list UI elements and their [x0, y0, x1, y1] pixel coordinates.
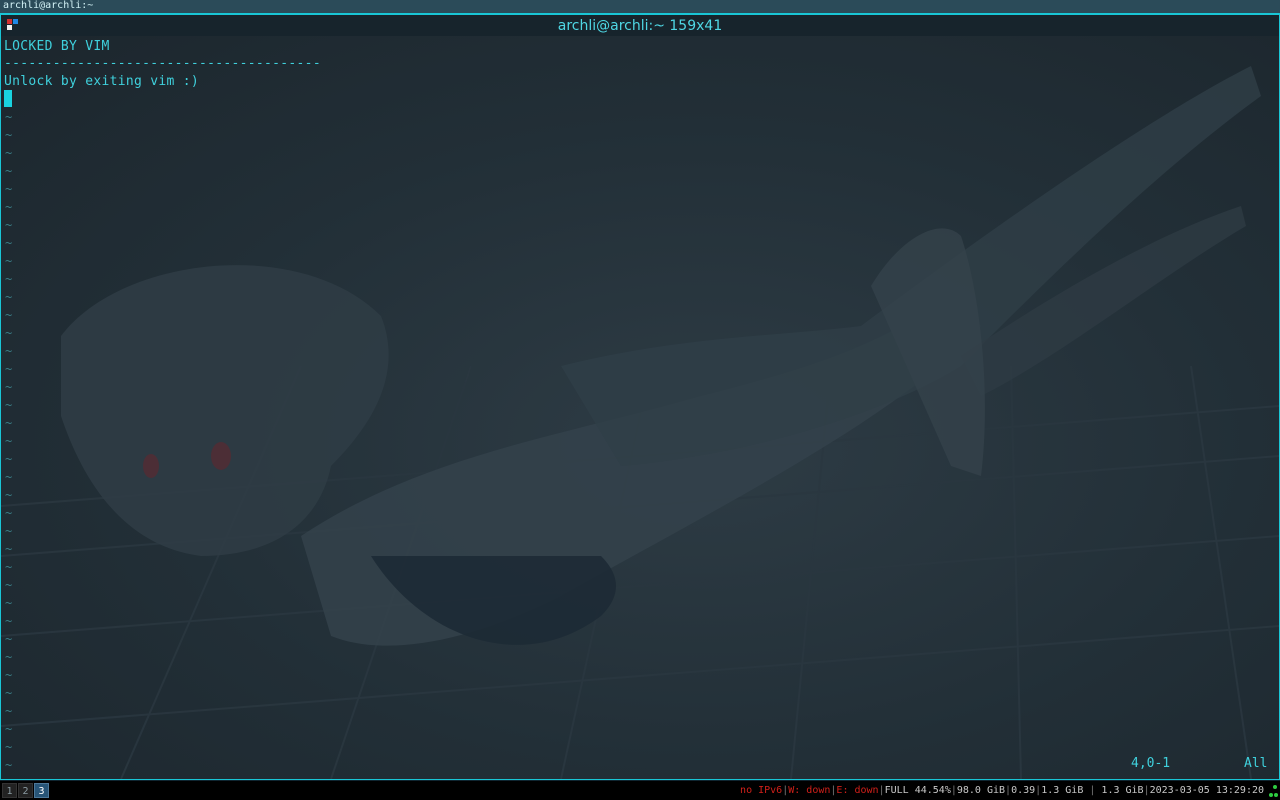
- i3-window-titlebar[interactable]: archli@archli:~: [0, 0, 1280, 14]
- vim-tilde: ~: [5, 524, 13, 538]
- vim-tilde: ~: [5, 650, 13, 664]
- desktop: archli@archli:~ archli@archli:~ 159x41 L…: [0, 0, 1280, 800]
- vim-tilde: ~: [5, 470, 13, 484]
- workspace-button-1[interactable]: 1: [2, 783, 17, 798]
- vim-tilde: ~: [5, 686, 13, 700]
- vim-tilde: ~: [5, 362, 13, 376]
- terminal-window[interactable]: archli@archli:~ 159x41 LOCKED BY VIM ---…: [0, 14, 1280, 780]
- vim-tilde: ~: [5, 326, 13, 340]
- vim-line-1: LOCKED BY VIM: [4, 39, 110, 54]
- vim-tilde: ~: [5, 434, 13, 448]
- i3-window-title: archli@archli:~: [3, 0, 94, 11]
- vim-tilde: ~: [5, 668, 13, 682]
- vim-tilde: ~: [5, 452, 13, 466]
- vim-tilde: ~: [5, 218, 13, 232]
- memory-status: 1.3 GiB: [1041, 785, 1084, 796]
- vim-ruler-position: 4,0-1: [1131, 756, 1171, 771]
- terminal-title: archli@archli:~ 159x41: [557, 18, 723, 34]
- vim-tilde: ~: [5, 632, 13, 646]
- vim-tilde: ~: [5, 146, 13, 160]
- vim-tilde: ~: [5, 380, 13, 394]
- status-bar: 1 2 3 no IPv6|W: down|E: down|FULL 44.54…: [0, 780, 1280, 800]
- workspace-button-3[interactable]: 3: [34, 783, 49, 798]
- vim-tilde: ~: [5, 182, 13, 196]
- vim-editor[interactable]: LOCKED BY VIM --------------------------…: [1, 36, 1279, 779]
- tray-network-icon[interactable]: [1268, 784, 1278, 798]
- vim-cursor: [4, 90, 12, 107]
- vim-ruler-scroll: All: [1244, 756, 1268, 771]
- vim-tilde: ~: [5, 506, 13, 520]
- vim-tilde: ~: [5, 596, 13, 610]
- vim-tilde: ~: [5, 254, 13, 268]
- disk-status: 98.0 GiB: [956, 785, 1006, 796]
- workspace-button-2[interactable]: 2: [18, 783, 33, 798]
- i3status: no IPv6|W: down|E: down|FULL 44.54%|98.0…: [740, 784, 1264, 797]
- terminal-titlebar[interactable]: archli@archli:~ 159x41: [1, 15, 1279, 36]
- vim-tilde: ~: [5, 308, 13, 322]
- vim-tilde: ~: [5, 578, 13, 592]
- vim-tilde: ~: [5, 740, 13, 754]
- vim-tilde: ~: [5, 542, 13, 556]
- vim-tilde: ~: [5, 128, 13, 142]
- vim-tilde: ~: [5, 704, 13, 718]
- vim-tilde: ~: [5, 722, 13, 736]
- memory-status-2: 1.3 GiB: [1101, 785, 1144, 796]
- vim-tilde: ~: [5, 272, 13, 286]
- vim-tilde: ~: [5, 200, 13, 214]
- vim-line-3: Unlock by exiting vim :): [4, 74, 200, 89]
- wireless-status: W: down: [788, 785, 831, 796]
- vim-tilde: ~: [5, 488, 13, 502]
- vim-tilde: ~: [5, 236, 13, 250]
- datetime-status: 2023-03-05 13:29:20: [1149, 785, 1264, 796]
- wallpaper-image: [1, 66, 1279, 779]
- vim-tilde: ~: [5, 164, 13, 178]
- vim-tilde: ~: [5, 416, 13, 430]
- status-separator: |: [1083, 785, 1102, 796]
- battery-status: FULL 44.54%: [884, 785, 951, 796]
- vim-tilde: ~: [5, 110, 13, 124]
- ipv6-status: no IPv6: [740, 785, 783, 796]
- vim-line-2: ---------------------------------------: [4, 56, 321, 71]
- load-status: 0.39: [1011, 785, 1036, 796]
- vim-tilde: ~: [5, 614, 13, 628]
- vim-tilde: ~: [5, 398, 13, 412]
- ethernet-status: E: down: [836, 785, 879, 796]
- vim-tilde: ~: [5, 560, 13, 574]
- vim-tilde: ~: [5, 758, 13, 772]
- vim-tilde: ~: [5, 344, 13, 358]
- vim-tilde: ~: [5, 290, 13, 304]
